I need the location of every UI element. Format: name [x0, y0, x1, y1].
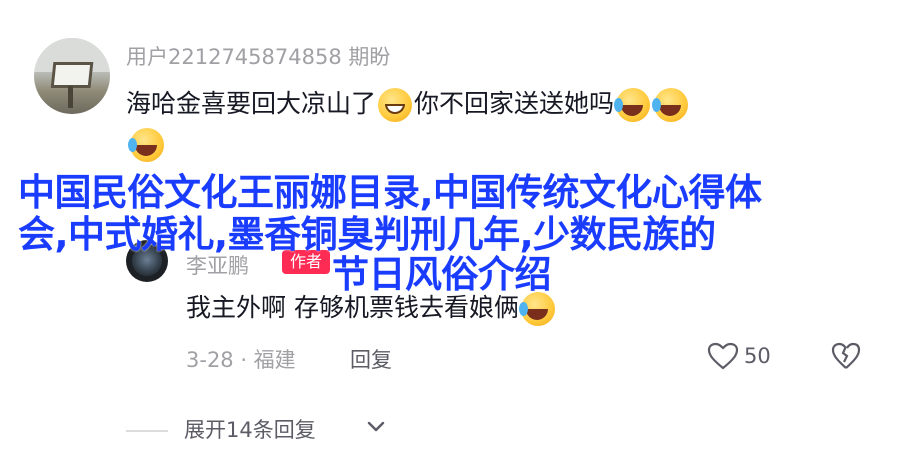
comment-1-text-part2: 你不回家送送她吗 — [414, 89, 615, 118]
heart-outline-icon[interactable] — [707, 342, 739, 370]
overlay-title-line-3: 节日风俗介绍 — [332, 253, 552, 296]
reply-button[interactable]: 回复 — [350, 344, 392, 374]
rolling-laughing-emoji-icon — [128, 128, 164, 162]
comment-1-text: 海哈金喜要回大凉山了 你不回家送送她吗 — [126, 84, 690, 122]
comment-2-date-location: 3-28 · 福建 — [186, 348, 296, 372]
broken-heart-icon[interactable] — [831, 342, 861, 370]
overlay-title-line-2: 会,中式婚礼,墨香铜臭判刑几年,少数民族的 — [18, 213, 716, 256]
avatar-user-1[interactable] — [34, 38, 110, 114]
comment-1-username[interactable]: 用户2212745874858 期盼 — [126, 41, 390, 71]
grinning-face-emoji-icon — [378, 88, 413, 122]
comment-1-text-part1: 海哈金喜要回大凉山了 — [126, 89, 377, 118]
rolling-laughing-emoji-icon — [652, 88, 689, 122]
rolling-laughing-emoji-icon — [518, 292, 555, 326]
replies-divider — [126, 430, 168, 432]
expand-replies-label: 展开14条回复 — [184, 418, 316, 442]
chevron-down-icon[interactable] — [366, 420, 386, 434]
rolling-laughing-emoji-icon — [614, 88, 651, 122]
like-count: 50 — [744, 344, 771, 368]
expand-replies-button[interactable]: 展开14条回复 — [184, 414, 316, 444]
overlay-title-line-1: 中国民俗文化王丽娜目录,中国传统文化心得体 — [18, 171, 762, 214]
comment-2-text-body: 我主外啊 存够机票钱去看娘俩 — [186, 293, 519, 322]
